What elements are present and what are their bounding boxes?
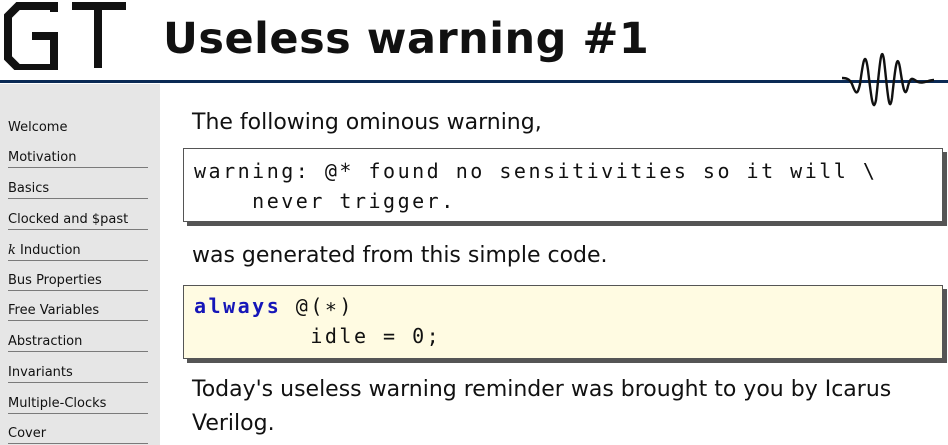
code-line-1: always @(∗) <box>194 294 354 318</box>
sidebar-item-basics[interactable]: Basics <box>8 181 148 199</box>
sidebar-item-welcome[interactable]: Welcome <box>8 120 148 137</box>
warning-box: warning: @* found no sensitivities so it… <box>183 148 943 222</box>
closing-text-2: Verilog. <box>192 411 275 436</box>
sidebar-item-abstraction[interactable]: Abstraction <box>8 334 148 352</box>
code-line-1-rest: @(∗) <box>281 294 354 318</box>
sidebar-item-cover[interactable]: Cover <box>8 426 148 444</box>
gt-logo-icon <box>4 2 126 70</box>
sidebar-item-k-induction[interactable]: k Induction <box>8 243 148 261</box>
sidebar-item-motivation[interactable]: Motivation <box>8 150 148 168</box>
sidebar-item-clocked[interactable]: Clocked and $past <box>8 212 148 230</box>
code-box: always @(∗) idle = 0; <box>183 285 943 359</box>
middle-text: was generated from this simple code. <box>192 243 608 268</box>
code-line-2: idle = 0; <box>194 324 442 348</box>
warning-line-1: warning: @* found no sensitivities so it… <box>194 159 878 183</box>
slide-header: Useless warning #1 <box>0 0 948 82</box>
sidebar-nav: Welcome Motivation Basics Clocked and $p… <box>0 84 160 445</box>
intro-text: The following ominous warning, <box>192 110 542 135</box>
sidebar-item-free-variables[interactable]: Free Variables <box>8 303 148 321</box>
sidebar-item-multiple-clocks[interactable]: Multiple-Clocks <box>8 396 148 414</box>
closing-text-1: Today's useless warning reminder was bro… <box>192 377 892 402</box>
warning-line-2: never trigger. <box>194 189 456 213</box>
k-induction-rest: Induction <box>15 243 81 258</box>
k-italic: k <box>8 243 16 258</box>
waveform-icon <box>841 52 935 107</box>
code-keyword: always <box>194 294 282 318</box>
slide-title: Useless warning #1 <box>163 14 650 64</box>
sidebar-item-bus-properties[interactable]: Bus Properties <box>8 273 148 291</box>
sidebar-item-invariants[interactable]: Invariants <box>8 365 148 383</box>
header-divider <box>0 80 948 83</box>
